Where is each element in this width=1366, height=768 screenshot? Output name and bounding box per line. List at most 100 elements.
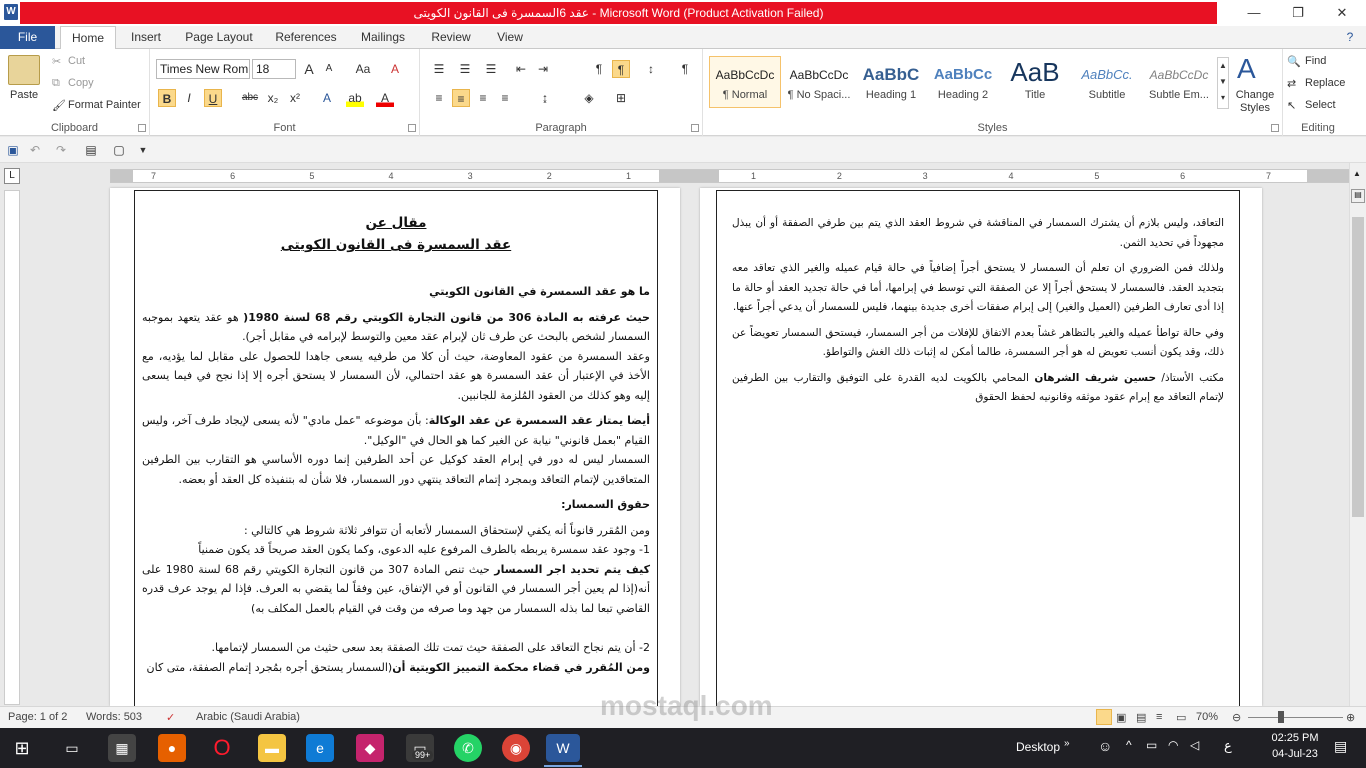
page-left[interactable]: مقال عن عقد السمسرة فى القانون الكويتى م… [110,188,680,706]
strikethrough-button[interactable]: abc [238,89,262,107]
word-app-icon[interactable]: W [4,4,18,20]
tab-review[interactable]: Review [422,26,480,49]
zoom-slider[interactable] [1248,717,1343,718]
page-left-content[interactable]: مقال عن عقد السمسرة فى القانون الكويتى م… [142,212,650,677]
select-button[interactable]: Select [1305,99,1336,111]
change-styles-icon[interactable]: A [1237,53,1256,85]
superscript-button[interactable]: x² [286,89,304,107]
word-taskbar-icon[interactable]: W [546,734,580,762]
change-case-button[interactable]: Aa [350,60,376,78]
cut-icon[interactable]: ✂ [52,55,61,68]
tab-mailings[interactable]: Mailings [352,26,414,49]
close-button[interactable]: ✕ [1320,0,1364,26]
subscript-button[interactable]: x₂ [264,89,282,107]
toolbar-chevron-icon[interactable]: » [1064,738,1070,749]
ruler-toggle-icon[interactable]: ▤ [1351,189,1365,203]
draft-icon[interactable]: ▭ [1176,711,1186,724]
print-layout-icon[interactable] [1096,709,1112,725]
text-effects-icon[interactable]: A [318,89,336,107]
task-view-icon[interactable]: ▭ [58,734,86,762]
print-preview-icon[interactable]: ▤ [82,141,100,159]
zoom-in-icon[interactable]: ⊕ [1346,711,1355,724]
italic-button[interactable]: I [180,89,198,107]
underline-button[interactable]: U [204,89,222,107]
grow-font-button[interactable]: A [300,60,318,78]
format-painter-button[interactable]: Format Painter [68,99,141,111]
new-document-icon[interactable]: ▢ [110,141,128,159]
tray-overflow-icon[interactable]: ^ [1126,738,1132,752]
bullets-icon[interactable]: ☰ [430,60,448,78]
rtl-icon[interactable]: ¶ [612,60,630,78]
people-icon[interactable]: ☺ [1098,738,1112,754]
battery-icon[interactable]: ▭ [1146,738,1157,752]
chrome-icon[interactable]: ◉ [502,734,530,762]
file-explorer-icon[interactable]: ▬ [258,734,286,762]
zoom-slider-thumb[interactable] [1278,711,1284,723]
justify-icon[interactable]: ≡ [496,89,514,107]
desktop-toolbar[interactable]: Desktop [1016,740,1060,754]
paragraph-launcher-icon[interactable] [691,124,699,132]
network-icon[interactable]: ◠ [1168,738,1178,752]
opera-icon[interactable]: O [208,734,236,762]
change-styles-button[interactable]: Change Styles [1233,89,1277,115]
outline-icon[interactable]: ≡ [1156,711,1162,723]
page-count[interactable]: Page: 1 of 2 [8,711,67,723]
multilevel-list-icon[interactable]: ☰ [482,60,500,78]
styles-scroll-icon[interactable]: ▲ ▼ ▾ [1217,57,1229,109]
scrollbar-thumb[interactable] [1352,217,1364,517]
style-normal[interactable]: AaBbCcDc ¶ Normal [709,56,781,108]
edge-icon[interactable]: e [306,734,334,762]
numbering-icon[interactable]: ☰ [456,60,474,78]
web-layout-icon[interactable]: ▤ [1136,711,1146,724]
zoom-level[interactable]: 70% [1196,711,1218,723]
start-icon[interactable]: ⊞ [8,734,36,762]
redo-icon[interactable]: ↷ [52,141,70,159]
font-color-icon[interactable]: A [376,89,394,107]
shrink-font-button[interactable]: A [320,60,338,78]
style-title[interactable]: AaB Title [999,56,1071,108]
proofing-icon[interactable]: ✓ [166,711,175,724]
customize-qat-icon[interactable]: ▼ [134,141,152,159]
clear-format-button[interactable]: A [386,60,404,78]
zoom-out-icon[interactable]: ⊖ [1232,711,1241,724]
copy-button[interactable]: Copy [68,77,94,89]
line-spacing-icon[interactable]: ↨ [536,89,554,107]
font-name-box[interactable]: Times New Rom [156,59,250,79]
language[interactable]: Arabic (Saudi Arabia) [196,711,300,723]
input-language[interactable]: ع [1224,738,1232,754]
decrease-indent-icon[interactable]: ⇤ [512,60,530,78]
clipboard-launcher-icon[interactable] [138,124,146,132]
ruler-track[interactable]: 7 6 5 4 3 2 1 1 2 3 4 5 6 7 [110,169,1350,183]
tab-file[interactable]: File [0,26,55,49]
align-center-icon[interactable]: ≡ [452,89,470,107]
save-icon[interactable]: ▣ [4,141,22,159]
replace-button[interactable]: Replace [1305,77,1345,89]
align-right-icon[interactable]: ≡ [474,89,492,107]
style-heading-2[interactable]: AaBbCc Heading 2 [927,56,999,108]
style-no-spacing[interactable]: AaBbCcDc ¶ No Spaci... [783,56,855,108]
tab-home[interactable]: Home [60,26,116,50]
undo-icon[interactable]: ↶ [26,141,44,159]
sort-icon[interactable]: ↕ [642,60,660,78]
styles-launcher-icon[interactable] [1271,124,1279,132]
page-right[interactable]: التعاقد، وليس بلازم أن يشترك السمسار في … [700,188,1262,706]
volume-icon[interactable]: ◁ [1190,738,1199,752]
whatsapp-icon[interactable]: ✆ [454,734,482,762]
cut-button[interactable]: Cut [68,55,85,67]
style-heading-1[interactable]: AaBbC Heading 1 [855,56,927,108]
tab-insert[interactable]: Insert [120,26,172,49]
photos-icon[interactable]: ◆ [356,734,384,762]
store-icon[interactable]: ▦ [108,734,136,762]
align-left-icon[interactable]: ≡ [430,89,448,107]
replace-icon[interactable]: ⇄ [1287,77,1296,90]
style-subtle-emphasis[interactable]: AaBbCcDc Subtle Em... [1143,56,1215,108]
vertical-scrollbar[interactable]: ▲ ▤ [1349,163,1366,706]
help-icon[interactable]: ? [1340,26,1360,49]
shading-icon[interactable]: ◈ [580,89,598,107]
horizontal-ruler[interactable]: L 7 6 5 4 3 2 1 1 2 3 4 5 6 7 [0,163,1366,188]
minimize-button[interactable]: — [1232,0,1276,26]
bold-button[interactable]: B [158,89,176,107]
find-button[interactable]: Find [1305,55,1326,67]
tab-view[interactable]: View [488,26,532,49]
full-screen-icon[interactable]: ▣ [1116,711,1126,724]
